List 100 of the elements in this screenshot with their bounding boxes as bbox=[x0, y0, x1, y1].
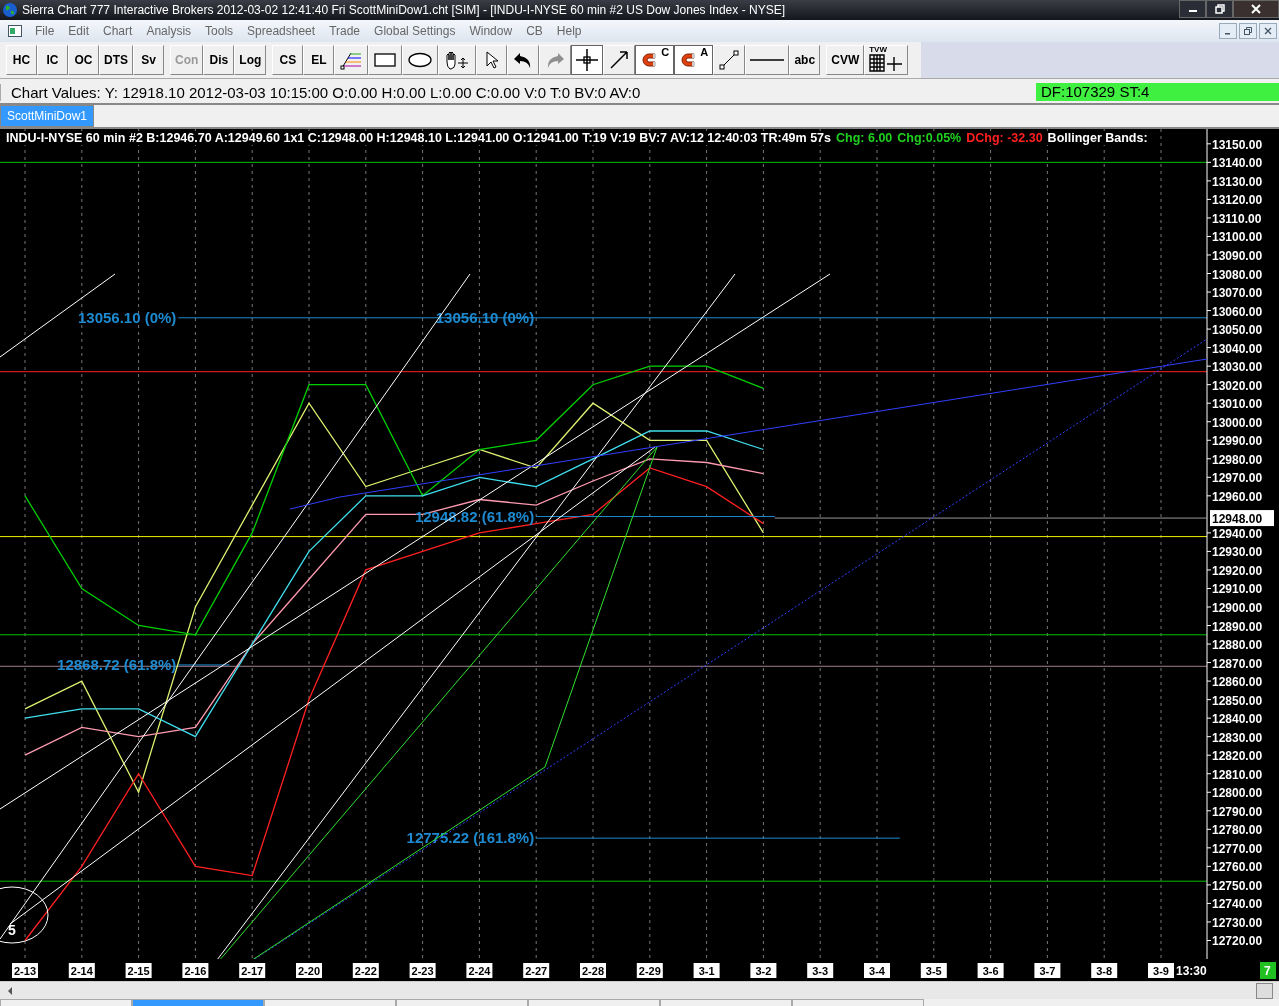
magnet-button[interactable]: C bbox=[635, 45, 675, 75]
toolbar-button[interactable]: Sv bbox=[133, 45, 164, 75]
pointer-button[interactable] bbox=[476, 45, 508, 75]
axis-label: 13030.00 bbox=[1212, 360, 1263, 375]
price-marker: 12948.00 bbox=[1210, 510, 1274, 527]
axis-label: 12850.00 bbox=[1212, 693, 1263, 708]
crosshair-icon bbox=[576, 49, 599, 71]
restore-icon bbox=[1244, 27, 1252, 35]
axis-label: 2-16 bbox=[182, 963, 209, 978]
menu-item[interactable]: Global Settings bbox=[367, 24, 463, 38]
close-button[interactable] bbox=[1259, 23, 1277, 39]
axis-label: 2-29 bbox=[636, 963, 663, 978]
axis-label: 12960.00 bbox=[1212, 489, 1263, 504]
toolbar-button[interactable]: DTS bbox=[99, 45, 133, 75]
restore-button[interactable] bbox=[1206, 0, 1233, 18]
grid-icon bbox=[869, 54, 904, 72]
window-title: Sierra Chart 777 Interactive Brokers 2012-03-02 12:41:40 Fri ScottMiniDow1.cht [SIM] - [INDU-I-NYSE 60 min #2 US Dow Jones Index - NYSE] bbox=[22, 3, 786, 17]
axis-label: 12860.00 bbox=[1212, 675, 1263, 690]
chart-header-text: DChg: -32.30 bbox=[966, 131, 1043, 145]
x-tick-label: 3-8 bbox=[1096, 965, 1113, 977]
axis-label: 13040.00 bbox=[1212, 341, 1263, 356]
axis-label: 3-4 bbox=[864, 963, 890, 978]
axis-label: 13090.00 bbox=[1212, 249, 1263, 263]
ellipse-button[interactable] bbox=[402, 45, 439, 75]
segment-button[interactable] bbox=[713, 45, 746, 75]
axis-label: 13050.00 bbox=[1212, 323, 1263, 338]
menu-item[interactable]: Tools bbox=[198, 24, 241, 38]
document-icon[interactable] bbox=[8, 25, 22, 37]
close-icon bbox=[1251, 4, 1261, 14]
menu-item[interactable]: Analysis bbox=[139, 24, 199, 38]
toolbar-button[interactable]: Log bbox=[234, 45, 267, 75]
rectangle-button[interactable] bbox=[368, 45, 403, 75]
grid-button[interactable]: TVW bbox=[864, 45, 909, 75]
axis-label: 2-28 bbox=[580, 963, 606, 978]
menu-item[interactable]: Chart bbox=[96, 24, 140, 38]
menu-item[interactable]: Help bbox=[549, 24, 589, 38]
axis-label: 12780.00 bbox=[1212, 823, 1263, 838]
axis-label: 13150.00 bbox=[1212, 137, 1263, 152]
axis-label: 12830.00 bbox=[1212, 730, 1263, 745]
close-button[interactable] bbox=[1233, 0, 1279, 18]
x-tick-label: 3-2 bbox=[755, 965, 772, 977]
horizontal-scrollbar[interactable] bbox=[0, 981, 1279, 999]
axis-label: 13100.00 bbox=[1212, 230, 1263, 245]
level-label: 13056.10 (0%) bbox=[77, 308, 177, 326]
arrow-line-button[interactable] bbox=[603, 45, 636, 75]
toolbar-button[interactable]: EL bbox=[303, 45, 335, 75]
axis-label: 2-22 bbox=[352, 963, 379, 978]
toolbar-button[interactable]: IC bbox=[37, 45, 68, 75]
toolbar-button[interactable]: abc bbox=[789, 45, 821, 75]
toolbar-button[interactable]: CVW bbox=[826, 45, 865, 75]
x-tick-label: 3-7 bbox=[1039, 965, 1056, 977]
axis-label: 12790.00 bbox=[1212, 804, 1263, 819]
menu-item[interactable]: Edit bbox=[61, 24, 97, 38]
axis-label: 3-5 bbox=[920, 963, 947, 978]
axis-label: 3-8 bbox=[1091, 963, 1118, 978]
x-tick-label: 3-6 bbox=[982, 965, 999, 977]
toolbar-button[interactable]: CS bbox=[272, 45, 304, 75]
fibonacci-button[interactable] bbox=[334, 45, 369, 75]
rectangle-icon bbox=[373, 52, 398, 68]
minimize-button[interactable] bbox=[1179, 0, 1206, 18]
axis-label: 13060.00 bbox=[1212, 304, 1263, 319]
scroll-left-icon[interactable] bbox=[6, 986, 14, 995]
axis-label: 13020.00 bbox=[1212, 378, 1263, 393]
axis-label: 12920.00 bbox=[1212, 563, 1263, 578]
axis-label: 12930.00 bbox=[1212, 545, 1263, 560]
menu-item[interactable]: Spreadsheet bbox=[240, 24, 323, 38]
crosshair-button[interactable] bbox=[571, 45, 604, 75]
scroll-thumb[interactable] bbox=[1256, 982, 1273, 999]
chart-header-text: Chg:0.05% bbox=[897, 131, 962, 145]
axis-label: 3-1 bbox=[693, 963, 720, 978]
axis-label: 3-9 bbox=[1148, 963, 1174, 978]
restore-button[interactable] bbox=[1239, 23, 1257, 39]
restore-icon bbox=[1214, 4, 1225, 14]
axis-label: 3-6 bbox=[977, 963, 1004, 978]
axis-label: 13140.00 bbox=[1212, 156, 1263, 171]
axis-label: 12800.00 bbox=[1212, 786, 1263, 801]
axis-label: 12730.00 bbox=[1212, 915, 1263, 930]
axis-label: 13080.00 bbox=[1212, 267, 1263, 282]
axis-label: 3-3 bbox=[807, 963, 834, 978]
menu-item[interactable]: Trade bbox=[322, 24, 368, 38]
fibonacci-icon bbox=[339, 50, 364, 70]
toolbar-button[interactable]: OC bbox=[68, 45, 99, 75]
menu-item[interactable]: CB bbox=[519, 24, 550, 38]
time-label: 13:30 bbox=[1176, 964, 1207, 978]
horizontal-line-button[interactable] bbox=[745, 45, 790, 75]
axis-label: 12740.00 bbox=[1212, 897, 1263, 912]
axis-label: 13120.00 bbox=[1212, 193, 1263, 208]
toolbar-button[interactable]: Dis bbox=[203, 45, 235, 75]
axis-label: 12890.00 bbox=[1212, 619, 1263, 634]
x-tick-label: 3-5 bbox=[925, 965, 942, 977]
x-tick-label: 3-3 bbox=[812, 965, 829, 977]
toolbar-button[interactable]: HC bbox=[6, 45, 37, 75]
axis-label: 2-27 bbox=[523, 963, 550, 978]
menu-item[interactable]: File bbox=[28, 24, 62, 38]
menu-item[interactable]: Window bbox=[462, 24, 520, 38]
magnet-button[interactable]: A bbox=[674, 45, 714, 75]
undo-button[interactable] bbox=[507, 45, 540, 75]
axis-label: 12870.00 bbox=[1212, 656, 1263, 671]
x-tick-label: 3-9 bbox=[1153, 965, 1169, 977]
axis-label: 12990.00 bbox=[1212, 434, 1263, 449]
